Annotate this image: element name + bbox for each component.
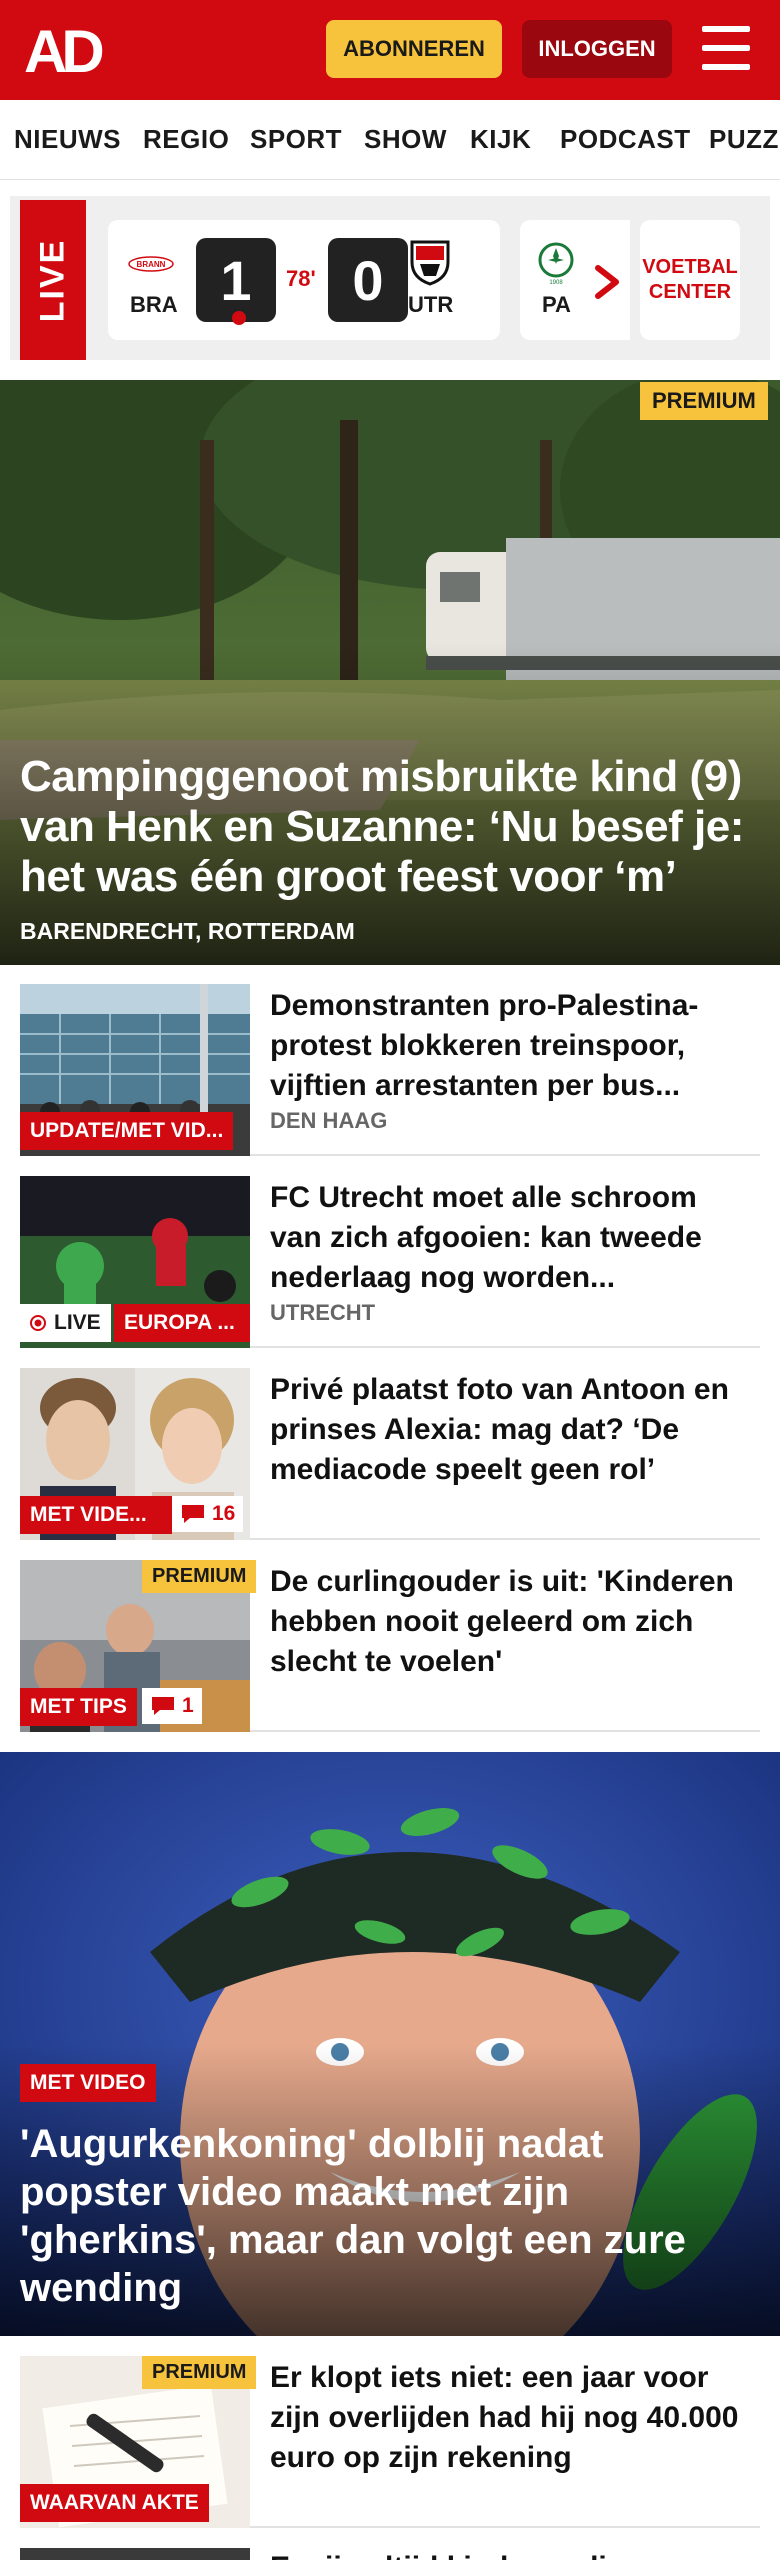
- fc-utrecht-crest-icon: [410, 240, 450, 286]
- list-item[interactable]: PREMIUM MET TIPS 1 De curlingouder is ui…: [20, 1560, 760, 1732]
- svg-text:AD: AD: [24, 22, 102, 78]
- away-score: 0: [328, 238, 408, 322]
- home-team: BRA: [130, 292, 178, 317]
- hamburger-icon[interactable]: [702, 26, 750, 70]
- subscribe-button[interactable]: ABONNEREN: [326, 20, 502, 78]
- article-tag: UPDATE/MET VID...: [20, 1112, 234, 1150]
- premium-badge: PREMIUM: [142, 1560, 257, 1593]
- comment-icon: [152, 1697, 174, 1715]
- premium-badge: PREMIUM: [142, 2356, 257, 2389]
- site-header: AD ABONNEREN INLOGGEN: [0, 0, 780, 100]
- feature-title[interactable]: 'Augurkenkoning' dolblij nadat popster v…: [20, 2120, 760, 2312]
- svg-text:1908: 1908: [549, 280, 563, 286]
- premium-badge: PREMIUM: [640, 382, 768, 420]
- nav-item-puzzel[interactable]: PUZZ: [709, 124, 779, 155]
- voetbal-center-link[interactable]: VOETBAL CENTER: [640, 220, 740, 340]
- brann-crest-icon: BRANN: [128, 256, 174, 272]
- article-location: UTRECHT: [270, 1300, 376, 1325]
- comment-count[interactable]: 16: [172, 1496, 244, 1532]
- nav-item-podcast[interactable]: PODCAST: [560, 124, 691, 155]
- feature-article[interactable]: MET VIDEO 'Augurkenkoning' dolblij nadat…: [0, 1752, 780, 2336]
- nav-item-show[interactable]: SHOW: [364, 124, 447, 155]
- article-title[interactable]: Privé plaatst foto van Antoon en prinses…: [270, 1370, 750, 1490]
- live-label: LIVE: [20, 200, 86, 360]
- article-tag: MET VIDE...: [20, 1496, 172, 1534]
- hero-title[interactable]: Campinggenoot misbruikte kind (9) van He…: [20, 752, 764, 902]
- comment-count[interactable]: 1: [142, 1688, 202, 1724]
- live-dot-icon: [30, 1315, 46, 1331]
- comment-icon: [182, 1505, 204, 1523]
- list-item-partial[interactable]: Er zijn altijd kinderen die...: [20, 2548, 760, 2560]
- live-indicator-dot: [232, 311, 246, 325]
- svg-text:BRANN: BRANN: [137, 260, 166, 269]
- list-item[interactable]: PREMIUM WAARVAN AKTE Er klopt iets niet:…: [20, 2356, 760, 2528]
- main-nav: NIEUWS REGIO SPORT SHOW KIJK PODCAST PUZ…: [0, 100, 780, 180]
- article-title[interactable]: De curlingouder is uit: 'Kinderen hebben…: [270, 1562, 750, 1682]
- next-home-team: PA: [542, 292, 571, 317]
- panathinaikos-crest-icon: 1908: [538, 242, 574, 286]
- article-title[interactable]: FC Utrecht moet alle schroom van zich af…: [270, 1178, 750, 1298]
- live-tag: LIVE: [20, 1304, 111, 1342]
- article-title[interactable]: Demonstranten pro-Palestina-protest blok…: [270, 986, 750, 1106]
- nav-item-regio[interactable]: REGIO: [143, 124, 229, 155]
- article-thumbnail: [20, 2548, 250, 2560]
- nav-item-sport[interactable]: SPORT: [250, 124, 342, 155]
- list-item[interactable]: UPDATE/MET VID... Demonstranten pro-Pale…: [20, 984, 760, 1156]
- feature-tag: MET VIDEO: [20, 2064, 156, 2102]
- hero-location: BARENDRECHT, ROTTERDAM: [20, 918, 355, 944]
- chevron-right-icon[interactable]: [588, 262, 628, 302]
- article-location: DEN HAAG: [270, 1108, 388, 1133]
- nav-item-nieuws[interactable]: NIEUWS: [14, 124, 121, 155]
- home-score: 1: [196, 238, 276, 322]
- article-title[interactable]: Er klopt iets niet: een jaar voor zijn o…: [270, 2358, 750, 2478]
- article-tag: EUROPA ...: [114, 1304, 250, 1342]
- nav-item-kijk[interactable]: KIJK: [470, 124, 531, 155]
- article-tag: MET TIPS: [20, 1688, 137, 1726]
- login-button[interactable]: INLOGGEN: [522, 20, 672, 78]
- match-minute: 78': [286, 266, 316, 291]
- list-item[interactable]: MET VIDE... 16 Privé plaatst foto van An…: [20, 1368, 760, 1540]
- hero-article[interactable]: PREMIUM Campinggenoot misbruikte kind (9…: [0, 380, 780, 965]
- list-item[interactable]: LIVE EUROPA ... FC Utrecht moet alle sch…: [20, 1176, 760, 1348]
- article-tag: WAARVAN AKTE: [20, 2484, 209, 2522]
- away-team: UTR: [408, 292, 454, 317]
- article-title[interactable]: Er zijn altijd kinderen die...: [270, 2548, 648, 2560]
- ad-logo[interactable]: AD: [24, 22, 116, 78]
